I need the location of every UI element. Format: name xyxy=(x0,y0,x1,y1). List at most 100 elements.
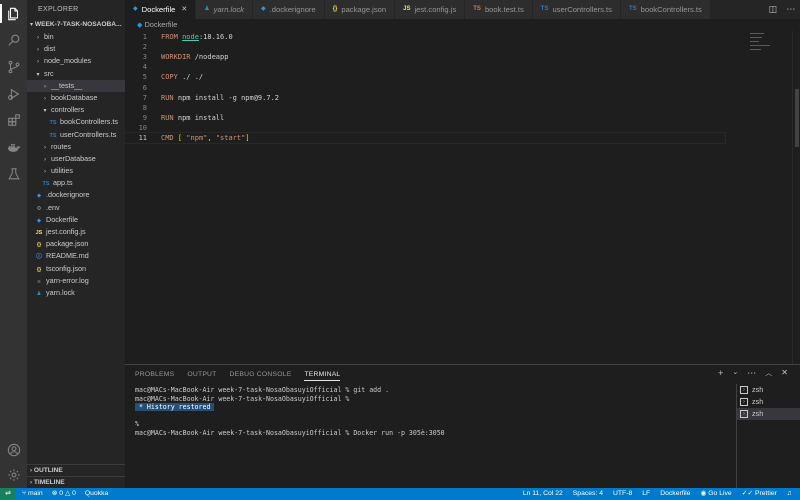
cursor-position[interactable]: Ln 11, Col 22 xyxy=(523,488,563,500)
indentation[interactable]: Spaces: 4 xyxy=(573,488,603,500)
tree-item-label: .env xyxy=(46,202,60,212)
tab-bookcontrollers-ts[interactable]: TS bookControllers.ts xyxy=(620,0,711,19)
split-editor-icon[interactable]: ◫ xyxy=(769,4,778,15)
account-icon[interactable] xyxy=(4,440,23,459)
tree-item[interactable]: ⓘ README.md xyxy=(27,250,125,262)
tree-item[interactable]: › utilities xyxy=(27,165,125,177)
close-icon[interactable]: ✕ xyxy=(181,0,187,19)
panel-tab-terminal[interactable]: TERMINAL xyxy=(304,369,341,381)
tree-item[interactable]: › bin xyxy=(27,31,125,43)
tab-dockerfile[interactable]: ◆ Dockerfile ✕ xyxy=(125,0,197,19)
tree-item-label: __tests__ xyxy=(51,80,83,90)
code-line[interactable]: 2 xyxy=(125,42,725,52)
code-line[interactable]: 5 COPY ./ ./ xyxy=(125,72,725,82)
tab-book-test-ts[interactable]: TS book.test.ts xyxy=(465,0,533,19)
tree-item[interactable]: JS jest.config.js xyxy=(27,226,125,238)
tree-item[interactable]: ▾ controllers xyxy=(27,104,125,116)
timeline-section[interactable]: › TIMELINE xyxy=(27,476,125,488)
remote-icon[interactable]: ⇌ xyxy=(0,488,16,500)
settings-file-icon: ⚙ xyxy=(36,205,42,212)
outline-section[interactable]: › OUTLINE xyxy=(27,464,125,476)
tree-item-label: routes xyxy=(51,141,71,151)
search-icon[interactable] xyxy=(4,30,23,49)
branch-indicator[interactable]: ⑂ main xyxy=(22,488,43,500)
more-actions-icon[interactable]: ⋯ xyxy=(747,368,756,379)
tree-item[interactable]: {} package.json xyxy=(27,238,125,250)
terminal-output[interactable]: mac@MACs-MacBook-Air week-7-task-NosaOba… xyxy=(135,386,725,438)
tree-item[interactable]: TS bookControllers.ts xyxy=(27,116,125,128)
tree-item[interactable]: › userDatabase xyxy=(27,153,125,165)
notifications-icon[interactable]: ♫ xyxy=(787,488,792,500)
tree-item[interactable]: › bookDatabase xyxy=(27,92,125,104)
close-panel-icon[interactable]: ✕ xyxy=(781,368,788,379)
yarn-icon: ♟ xyxy=(36,290,42,297)
tree-item-label: dist xyxy=(44,44,56,54)
terminal-instance[interactable]: › zsh xyxy=(737,396,800,408)
code-line[interactable]: 9 RUN npm install xyxy=(125,113,725,123)
prettier-status[interactable]: ✓✓ Prettier xyxy=(742,488,777,500)
tab-yarn-lock[interactable]: ♟ yarn.lock xyxy=(196,0,254,19)
explorer-icon[interactable] xyxy=(0,4,23,23)
tree-item-label: bin xyxy=(44,32,54,41)
panel-tab-debug-console[interactable]: DEBUG CONSOLE xyxy=(230,369,292,381)
tree-item[interactable]: ▾ src xyxy=(27,68,125,80)
tree-item[interactable]: › dist xyxy=(27,43,125,55)
panel-tab-output[interactable]: OUTPUT xyxy=(187,369,216,381)
problems-indicator[interactable]: ⊗ 0 △ 0 xyxy=(52,488,76,500)
minimap[interactable] xyxy=(750,33,778,53)
workspace-folder[interactable]: ▾ WEEK-7-TASK-NOSAOBA... xyxy=(27,19,125,31)
tab-usercontrollers-ts[interactable]: TS userControllers.ts xyxy=(532,0,621,19)
editor-tabs: ◆ Dockerfile ✕ ♟ yarn.lock ◆ .dockerignore{} pa… xyxy=(125,0,800,19)
more-actions-icon[interactable]: ⋯ xyxy=(786,4,795,15)
quokka-indicator[interactable]: Quokka xyxy=(85,488,108,500)
code-line[interactable]: 7 RUN npm install -g npm@9.7.2 xyxy=(125,93,725,103)
code-line[interactable]: 11 CMD [ "npm", "start"] xyxy=(124,132,726,144)
typescript-file-icon: TS xyxy=(42,181,50,188)
tree-item[interactable]: ♟ yarn.lock xyxy=(27,287,125,299)
testing-icon[interactable] xyxy=(4,164,23,183)
tree-item[interactable]: {} tsconfig.json xyxy=(27,263,125,275)
code-line[interactable]: 8 xyxy=(125,103,725,113)
tree-item-label: yarn.lock xyxy=(46,287,75,297)
maximize-panel-icon[interactable]: ︿ xyxy=(765,368,772,379)
line-ending[interactable]: LF xyxy=(642,488,650,500)
docker-icon[interactable] xyxy=(4,137,23,156)
manage-gear-icon[interactable] xyxy=(4,465,23,484)
editor-scrollbar[interactable] xyxy=(792,31,800,364)
code-line[interactable]: 4 xyxy=(125,62,725,72)
language-mode[interactable]: Dockerfile xyxy=(660,488,690,500)
terminal-line: mac@MACs-MacBook-Air week-7-task-NosaOba… xyxy=(135,394,350,403)
code-editor[interactable]: 1 FROM node:18.16.0 2 3 WORKDIR /nodeapp 4 5 CO… xyxy=(124,31,800,364)
tab-jest-config-js[interactable]: JS jest.config.js xyxy=(395,0,466,19)
terminal-instance[interactable]: › zsh xyxy=(737,384,800,396)
code-line[interactable]: 10 xyxy=(125,123,725,133)
tab-package-json[interactable]: {} package.json xyxy=(324,0,396,19)
source-control-icon[interactable] xyxy=(4,57,23,76)
terminal-label: zsh xyxy=(752,385,764,394)
tree-item[interactable]: › node_modules xyxy=(27,55,125,67)
chevron-down-icon[interactable]: ⌄ xyxy=(732,368,738,379)
tree-item[interactable]: ◆ Dockerfile xyxy=(27,214,125,226)
code-line[interactable]: 1 FROM node:18.16.0 xyxy=(125,32,725,42)
extensions-icon[interactable] xyxy=(4,110,23,129)
tree-item[interactable]: › routes xyxy=(27,141,125,153)
encoding[interactable]: UTF-8 xyxy=(613,488,632,500)
tab-label: .dockerignore xyxy=(269,5,316,14)
new-terminal-icon[interactable]: + xyxy=(718,368,723,379)
tree-item[interactable]: ≡ yarn-error.log xyxy=(27,275,125,287)
go-live-button[interactable]: ◉ Go Live xyxy=(700,488,731,500)
code-line[interactable]: 3 WORKDIR /nodeapp xyxy=(125,52,725,62)
tree-item[interactable]: › __tests__ xyxy=(27,79,125,92)
tree-item[interactable]: ⚙ .env xyxy=(27,202,125,214)
terminal-instance[interactable]: › zsh xyxy=(737,408,800,420)
tab-dockerignore[interactable]: ◆ .dockerignore xyxy=(253,0,325,19)
tree-item[interactable]: TS app.ts xyxy=(27,177,125,189)
tree-item[interactable]: ◆ .dockerignore xyxy=(27,189,125,201)
run-debug-icon[interactable] xyxy=(4,84,23,103)
breadcrumb[interactable]: ◆ Dockerfile xyxy=(125,19,800,31)
tree-item[interactable]: TS userControllers.ts xyxy=(27,129,125,141)
tree-item-label: bookControllers.ts xyxy=(60,117,118,127)
panel-tab-problems[interactable]: PROBLEMS xyxy=(135,369,174,381)
tree-item-label: src xyxy=(44,68,54,78)
code-line[interactable]: 6 xyxy=(125,83,725,93)
